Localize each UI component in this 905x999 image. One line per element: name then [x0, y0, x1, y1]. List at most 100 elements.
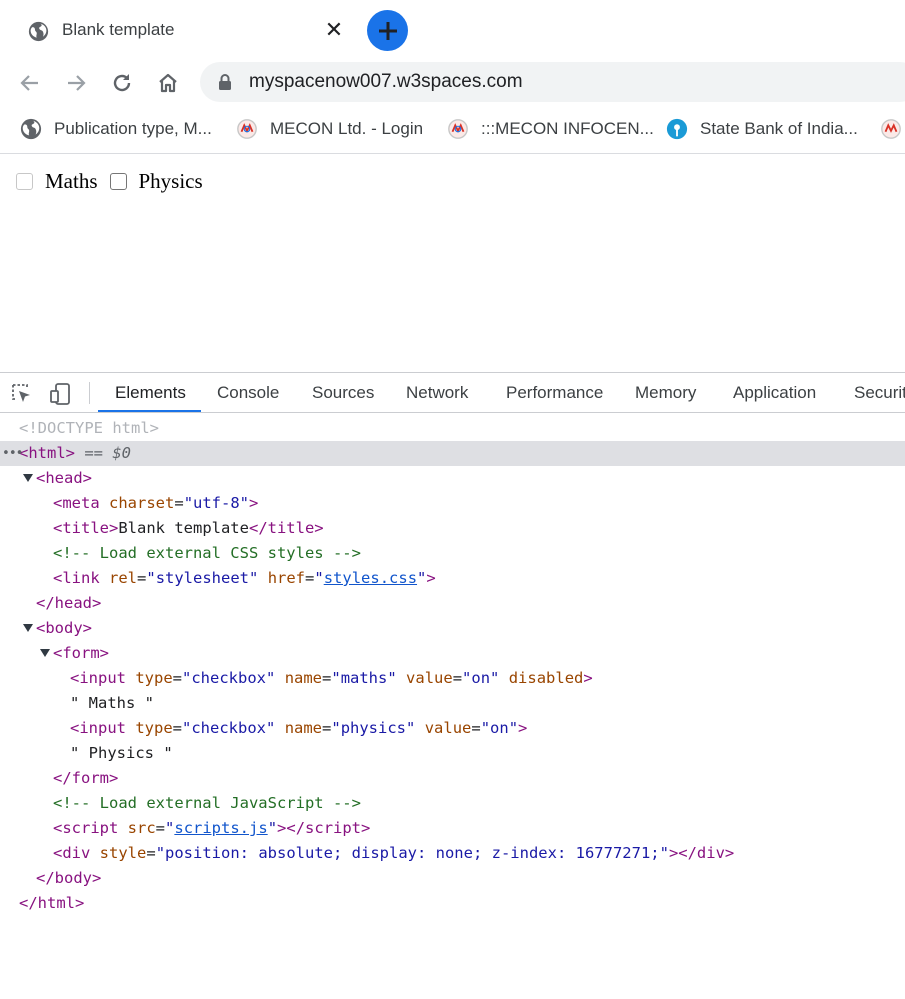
dom-node-html[interactable]: ••• <html> == $0: [0, 441, 905, 466]
meta-attr-name: charset: [109, 494, 175, 512]
mecon-logo-icon: [237, 119, 257, 139]
home-icon: [159, 73, 177, 93]
tab-sources[interactable]: Sources: [312, 383, 374, 403]
more-options-icon[interactable]: •••: [2, 441, 24, 466]
back-button[interactable]: [13, 66, 47, 100]
bookmark-label: MECON Ltd. - Login: [270, 119, 424, 138]
bookmark-overflow[interactable]: [880, 116, 905, 142]
dom-node-css-comment[interactable]: <!-- Load external CSS styles -->: [0, 541, 905, 566]
bookmark-mecon-infocen[interactable]: :::MECON INFOCEN...: [447, 116, 654, 142]
maths-text-node: " Maths ": [70, 694, 154, 712]
forward-button[interactable]: [59, 66, 93, 100]
dom-node-body-close[interactable]: </body>: [0, 866, 905, 891]
script-link[interactable]: scripts.js: [174, 819, 267, 837]
tab-strip: Blank template ✕: [0, 0, 905, 60]
css-comment: <!-- Load external CSS styles -->: [53, 544, 361, 562]
devtools-panel: Elements Console Sources Network Perform…: [0, 372, 905, 999]
html-close-tag: </html>: [19, 894, 85, 912]
js-comment: <!-- Load external JavaScript -->: [53, 794, 361, 812]
input1-disabled-attr: disabled: [508, 669, 584, 687]
dom-node-input-physics[interactable]: <input type="checkbox" name="physics" va…: [0, 716, 905, 741]
body-close-tag: </body>: [36, 869, 102, 887]
dom-node-html-close[interactable]: </html>: [0, 891, 905, 916]
toolbar-divider: [89, 382, 90, 404]
physics-checkbox[interactable]: [109, 173, 127, 190]
bookmark-label: State Bank of India...: [700, 119, 858, 138]
dom-node-body[interactable]: <body>: [0, 616, 905, 641]
physics-label: Physics: [138, 169, 203, 193]
tab-security[interactable]: Securit: [854, 383, 905, 403]
dom-node-title[interactable]: <title>Blank template</title>: [0, 516, 905, 541]
plus-icon: [378, 21, 397, 40]
address-bar[interactable]: myspacenow007.w3spaces.com: [200, 62, 905, 102]
expand-triangle-icon[interactable]: [23, 624, 33, 632]
form-open-tag: <form>: [53, 644, 109, 662]
doctype-text: <!DOCTYPE html>: [19, 419, 159, 437]
tab-memory[interactable]: Memory: [635, 383, 696, 403]
tab-elements[interactable]: Elements: [115, 383, 186, 403]
browser-tab[interactable]: Blank template ✕: [14, 8, 358, 54]
bookmark-mecon-login[interactable]: MECON Ltd. - Login: [236, 116, 423, 142]
mecon-logo-icon: [448, 119, 468, 139]
dom-node-text-maths[interactable]: " Maths ": [0, 691, 905, 716]
inspect-element-icon[interactable]: [10, 382, 34, 406]
home-button[interactable]: [151, 66, 185, 100]
device-toolbar-icon[interactable]: [48, 382, 72, 406]
bookmark-publication-type[interactable]: Publication type, M...: [20, 116, 212, 142]
dom-node-text-physics[interactable]: " Physics ": [0, 741, 905, 766]
dom-node-form-close[interactable]: </form>: [0, 766, 905, 791]
dom-node-meta[interactable]: <meta charset="utf-8">: [0, 491, 905, 516]
html-open-tag: <html>: [19, 444, 75, 462]
bookmark-sbi[interactable]: State Bank of India...: [666, 116, 858, 142]
dom-node-head-close[interactable]: </head>: [0, 591, 905, 616]
div-style-value: "position: absolute; display: none; z-in…: [155, 844, 669, 862]
tab-console[interactable]: Console: [217, 383, 279, 403]
page-viewport: Maths Physics: [0, 155, 905, 372]
url-text[interactable]: myspacenow007.w3spaces.com: [249, 71, 523, 93]
maths-label: Maths: [45, 169, 98, 193]
arrow-left-icon: [20, 75, 38, 91]
head-open-tag: <head>: [36, 469, 92, 487]
dom-node-form[interactable]: <form>: [0, 641, 905, 666]
dom-node-script[interactable]: <script src="scripts.js"></script>: [0, 816, 905, 841]
title-text-node: Blank template: [118, 519, 249, 537]
tab-application[interactable]: Application: [733, 383, 816, 403]
reload-button[interactable]: [105, 66, 139, 100]
globe-icon: [28, 21, 49, 42]
devtools-tabbar: Elements Console Sources Network Perform…: [0, 373, 905, 413]
expand-triangle-icon[interactable]: [40, 649, 50, 657]
active-tab-indicator: [98, 410, 201, 412]
bookmark-label: Publication type, M...: [54, 119, 212, 138]
dom-node-head[interactable]: <head>: [0, 466, 905, 491]
globe-icon: [20, 118, 42, 140]
meta-attr-value: "utf-8": [183, 494, 250, 512]
close-tab-icon[interactable]: ✕: [322, 18, 346, 42]
mecon-logo-icon: [881, 119, 901, 139]
arrow-right-icon: [68, 75, 86, 91]
dom-tree: <!DOCTYPE html> ••• <html> == $0 <head> <…: [0, 416, 905, 916]
input2-name-value: "physics": [331, 719, 416, 737]
tab-network[interactable]: Network: [406, 383, 468, 403]
reload-icon: [113, 74, 131, 92]
stylesheet-link[interactable]: styles.css: [324, 569, 417, 587]
form-close-tag: </form>: [53, 769, 119, 787]
body-open-tag: <body>: [36, 619, 92, 637]
tab-performance[interactable]: Performance: [506, 383, 603, 403]
browser-toolbar: myspacenow007.w3spaces.com: [0, 60, 905, 106]
dom-node-js-comment[interactable]: <!-- Load external JavaScript -->: [0, 791, 905, 816]
physics-text-node: " Physics ": [70, 744, 173, 762]
subject-form: Maths Physics: [16, 169, 215, 194]
maths-checkbox: [16, 173, 33, 190]
dom-node-link[interactable]: <link rel="stylesheet" href="styles.css"…: [0, 566, 905, 591]
meta-tag-name: meta: [62, 494, 100, 512]
dom-node-div[interactable]: <div style="position: absolute; display:…: [0, 841, 905, 866]
input2-value-value: "on": [480, 719, 519, 737]
expand-triangle-icon[interactable]: [23, 474, 33, 482]
dom-node-doctype[interactable]: <!DOCTYPE html>: [0, 416, 905, 441]
sbi-logo-icon: [666, 118, 688, 140]
selected-node-marker: == $0: [75, 444, 131, 462]
lock-icon[interactable]: [218, 73, 232, 91]
dom-node-input-maths[interactable]: <input type="checkbox" name="maths" valu…: [0, 666, 905, 691]
new-tab-button[interactable]: [367, 10, 408, 51]
input1-name-value: "maths": [331, 669, 397, 687]
